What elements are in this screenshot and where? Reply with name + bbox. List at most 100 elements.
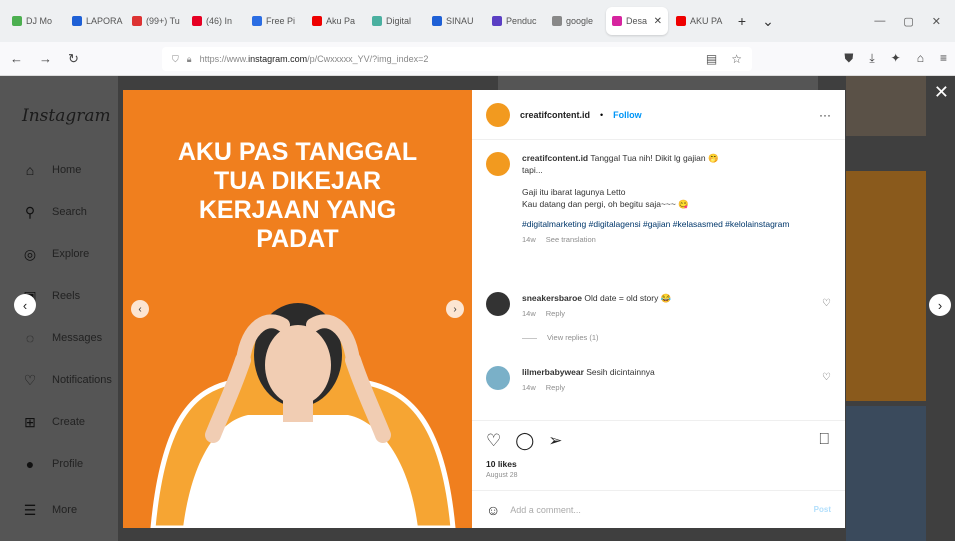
new-tab-icon[interactable]: + bbox=[730, 9, 754, 33]
extension-icon[interactable]: ✦ bbox=[891, 51, 901, 66]
forward-icon[interactable]: → bbox=[39, 51, 52, 67]
bookmark-star-icon[interactable]: ☆ bbox=[731, 52, 742, 66]
sidebar-item-profile[interactable]: ● Profile bbox=[22, 456, 83, 472]
browser-tab[interactable]: AKU PA bbox=[670, 7, 728, 35]
browser-window: DJ Mo LAPORA (99+) Tu (46) In Free Pi Aku Pa D… bbox=[0, 0, 955, 541]
next-slide-icon[interactable]: › bbox=[446, 300, 464, 318]
sidebar-item-label: Search bbox=[52, 206, 87, 218]
reply-link[interactable]: Reply bbox=[546, 382, 565, 394]
like-comment-icon[interactable]: ♡ bbox=[822, 372, 831, 384]
add-comment-input[interactable]: Add a comment... bbox=[510, 505, 581, 515]
caption-text: Tanggal Tua nih! Dikit lg gajian 🤭 bbox=[590, 153, 719, 163]
next-post-arrow-icon[interactable]: › bbox=[929, 294, 951, 316]
comment-icon[interactable]: ◯ bbox=[515, 431, 534, 451]
reader-view-icon[interactable]: ▤ bbox=[706, 52, 717, 66]
browser-tab[interactable]: (99+) Tu bbox=[126, 7, 184, 35]
sidebar-item-label: Messages bbox=[52, 332, 103, 344]
comment: lilmerbabywear Sesih dicintainnya 14w Rep… bbox=[486, 366, 831, 394]
instagram-logo[interactable]: Instagram bbox=[22, 106, 111, 126]
bookmark-icon[interactable]: ⎕ bbox=[819, 431, 829, 449]
reply-link[interactable]: Reply bbox=[546, 308, 565, 320]
download-icon[interactable]: ⤓ bbox=[869, 51, 874, 66]
post-image[interactable]: AKU PAS TANGGAL TUA DIKEJAR KERJAAN YANG PA… bbox=[123, 90, 472, 528]
post-username[interactable]: creatifcontent.id bbox=[520, 110, 590, 120]
tab-favicon-icon bbox=[612, 16, 622, 26]
close-modal-icon[interactable]: ✕ bbox=[934, 82, 949, 103]
caption-text: Gaji itu ibarat lagunya Letto bbox=[522, 187, 626, 197]
post-actions: ♡ ◯ ➢ ⎕ 10 likes August 28 bbox=[472, 420, 845, 490]
browser-tab[interactable]: Aku Pa bbox=[306, 7, 364, 35]
minimize-icon[interactable]: — bbox=[874, 15, 885, 28]
sidebar-item-notifications[interactable]: ♡ Notifications bbox=[22, 372, 112, 388]
tab-label: Digital bbox=[386, 16, 412, 26]
close-window-icon[interactable]: ✕ bbox=[932, 15, 941, 28]
browser-tab[interactable]: Digital bbox=[366, 7, 424, 35]
more-options-icon[interactable]: ··· bbox=[819, 108, 831, 122]
avatar[interactable] bbox=[486, 102, 510, 127]
tab-favicon-icon bbox=[432, 16, 442, 26]
comment-username[interactable]: lilmerbabywear bbox=[522, 367, 584, 377]
back-icon[interactable]: ← bbox=[10, 51, 23, 67]
browser-tab[interactable]: (46) In bbox=[186, 7, 244, 35]
menu-icon[interactable]: ≡ bbox=[940, 51, 947, 66]
notifications-icon: ♡ bbox=[23, 371, 37, 388]
browser-tab[interactable]: Free Pi bbox=[246, 7, 304, 35]
sidebar-item-create[interactable]: ⊞ Create bbox=[22, 414, 85, 430]
like-icon[interactable]: ♡ bbox=[486, 431, 501, 451]
create-icon: ⊞ bbox=[24, 413, 36, 430]
sidebar-item-explore[interactable]: ◎ Explore bbox=[22, 246, 89, 262]
share-icon[interactable]: ➢ bbox=[548, 431, 562, 451]
see-translation-link[interactable]: See translation bbox=[546, 234, 596, 246]
view-replies-link[interactable]: View replies (1) bbox=[547, 332, 599, 344]
reload-icon[interactable]: ↻ bbox=[68, 51, 79, 67]
sidebar-item-messages[interactable]: ◌ Messages bbox=[22, 330, 102, 346]
caption-username[interactable]: creatifcontent.id bbox=[522, 153, 588, 163]
like-comment-icon[interactable]: ♡ bbox=[822, 298, 831, 310]
follow-button[interactable]: Follow bbox=[613, 110, 642, 120]
window-controls: — ▢ ✕ bbox=[874, 15, 949, 28]
browser-tab[interactable]: google bbox=[546, 7, 604, 35]
home-icon: ⌂ bbox=[25, 162, 35, 178]
post-comment-button[interactable]: Post bbox=[814, 505, 831, 514]
tab-label: SINAU bbox=[446, 16, 474, 26]
browser-tab[interactable]: DJ Mo bbox=[6, 7, 64, 35]
likes-count[interactable]: 10 likes bbox=[486, 459, 831, 469]
caption: creatifcontent.id Tanggal Tua nih! Dikit… bbox=[486, 152, 831, 246]
sidebar-item-more[interactable]: ☰ More bbox=[22, 502, 77, 518]
lock-icon[interactable]: 🔒︎ bbox=[187, 54, 192, 65]
avatar[interactable] bbox=[486, 152, 510, 176]
maximize-icon[interactable]: ▢ bbox=[903, 15, 913, 28]
comment-text: Sesih dicintainnya bbox=[586, 367, 655, 377]
tab-label: AKU PA bbox=[690, 16, 723, 26]
shield-icon[interactable]: ⛉ bbox=[172, 54, 179, 65]
tab-favicon-icon bbox=[12, 16, 22, 26]
account-icon[interactable]: ⌂ bbox=[917, 51, 924, 66]
tab-favicon-icon bbox=[252, 16, 262, 26]
tab-favicon-icon bbox=[72, 16, 82, 26]
sidebar-item-label: Profile bbox=[52, 458, 84, 470]
emoji-icon[interactable]: ☺ bbox=[486, 502, 500, 518]
list-tabs-icon[interactable]: ⌄ bbox=[756, 9, 780, 33]
caption-text: Kau datang dan pergi, oh begitu saja~~~ … bbox=[522, 199, 689, 209]
sidebar-item-search[interactable]: ⚲ Search bbox=[22, 204, 87, 220]
sidebar-item-label: Explore bbox=[52, 248, 90, 260]
browser-tab[interactable]: Penduc bbox=[486, 7, 544, 35]
woman-illustration bbox=[150, 303, 456, 528]
url-bar[interactable]: ⛉ 🔒︎ https://www.instagram.com/p/Cwxxxxx… bbox=[162, 47, 752, 71]
tab-favicon-icon bbox=[132, 16, 142, 26]
comment-username[interactable]: sneakersbaroe bbox=[522, 293, 582, 303]
browser-tab[interactable]: LAPORA bbox=[66, 7, 124, 35]
prev-post-arrow-icon[interactable]: ‹ bbox=[14, 294, 36, 316]
sidebar-item-label: Create bbox=[52, 416, 86, 428]
avatar[interactable] bbox=[486, 292, 510, 316]
browser-tab[interactable]: SINAU bbox=[426, 7, 484, 35]
prev-slide-icon[interactable]: ‹ bbox=[131, 300, 149, 318]
pocket-icon[interactable]: ⛊ bbox=[844, 51, 853, 66]
avatar[interactable] bbox=[486, 366, 510, 390]
close-tab-icon[interactable]: ✕ bbox=[654, 16, 662, 27]
caption-hashtags[interactable]: #digitalmarketing #digitalagensi #gajian… bbox=[522, 218, 789, 230]
tab-label: LAPORA bbox=[86, 16, 123, 26]
sidebar-item-home[interactable]: ⌂ Home bbox=[22, 162, 82, 178]
browser-tab[interactable]: Desa ✕ bbox=[606, 7, 668, 35]
sidebar-item-label: Home bbox=[52, 164, 82, 176]
